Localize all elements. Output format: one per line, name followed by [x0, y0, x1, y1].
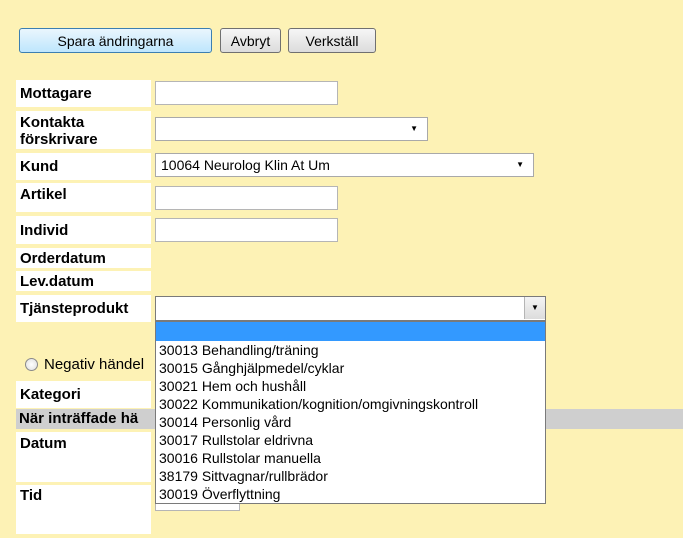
chevron-down-icon: ▼ — [410, 124, 418, 133]
tid-label: Tid — [16, 485, 151, 534]
save-button[interactable]: Spara ändringarna — [19, 28, 212, 53]
individ-input[interactable] — [155, 218, 338, 242]
dropdown-option[interactable]: 30019 Överflyttning — [156, 485, 545, 503]
dropdown-option[interactable]: 30013 Behandling/träning — [156, 341, 545, 359]
kontakta-label: Kontakta förskrivare — [16, 111, 151, 149]
levdatum-label: Lev.datum — [16, 271, 151, 291]
tjansteprodukt-select[interactable]: ▼ — [155, 296, 546, 321]
dropdown-option[interactable]: 30016 Rullstolar manuella — [156, 449, 545, 467]
chevron-down-icon[interactable]: ▼ — [524, 297, 545, 319]
cancel-button[interactable]: Avbryt — [220, 28, 281, 53]
dropdown-option[interactable]: 30014 Personlig vård — [156, 413, 545, 431]
negativ-radio-row[interactable]: Negativ händel — [25, 356, 144, 373]
kategori-label: Kategori — [16, 381, 151, 408]
dropdown-option-empty[interactable] — [156, 322, 545, 341]
apply-button[interactable]: Verkställ — [288, 28, 376, 53]
dropdown-option[interactable]: 30015 Gånghjälpmedel/cyklar — [156, 359, 545, 377]
tjansteprodukt-dropdown-list[interactable]: 30013 Behandling/träning 30015 Gånghjälp… — [155, 321, 546, 504]
orderdatum-label: Orderdatum — [16, 248, 151, 268]
artikel-input[interactable] — [155, 186, 338, 210]
kund-label: Kund — [16, 153, 151, 180]
mottagare-input[interactable] — [155, 81, 338, 105]
dropdown-option[interactable]: 30021 Hem och hushåll — [156, 377, 545, 395]
dropdown-option[interactable]: 30017 Rullstolar eldrivna — [156, 431, 545, 449]
dropdown-option[interactable]: 38179 Sittvagnar/rullbrädor — [156, 467, 545, 485]
dropdown-option[interactable]: 30022 Kommunikation/kognition/omgivnings… — [156, 395, 545, 413]
chevron-down-icon: ▼ — [516, 160, 524, 169]
kund-value: 10064 Neurolog Klin At Um — [161, 157, 330, 173]
kund-select[interactable]: 10064 Neurolog Klin At Um ▼ — [155, 153, 534, 177]
tjansteprodukt-label: Tjänsteprodukt — [16, 295, 151, 322]
kontakta-select[interactable]: ▼ — [155, 117, 428, 141]
artikel-label: Artikel — [16, 183, 151, 212]
radio-icon[interactable] — [25, 358, 38, 371]
mottagare-label: Mottagare — [16, 80, 151, 107]
when-header: När inträffade hä — [19, 410, 139, 427]
individ-label: Individ — [16, 216, 151, 244]
negativ-label: Negativ händel — [44, 356, 145, 373]
datum-label: Datum — [16, 432, 151, 482]
